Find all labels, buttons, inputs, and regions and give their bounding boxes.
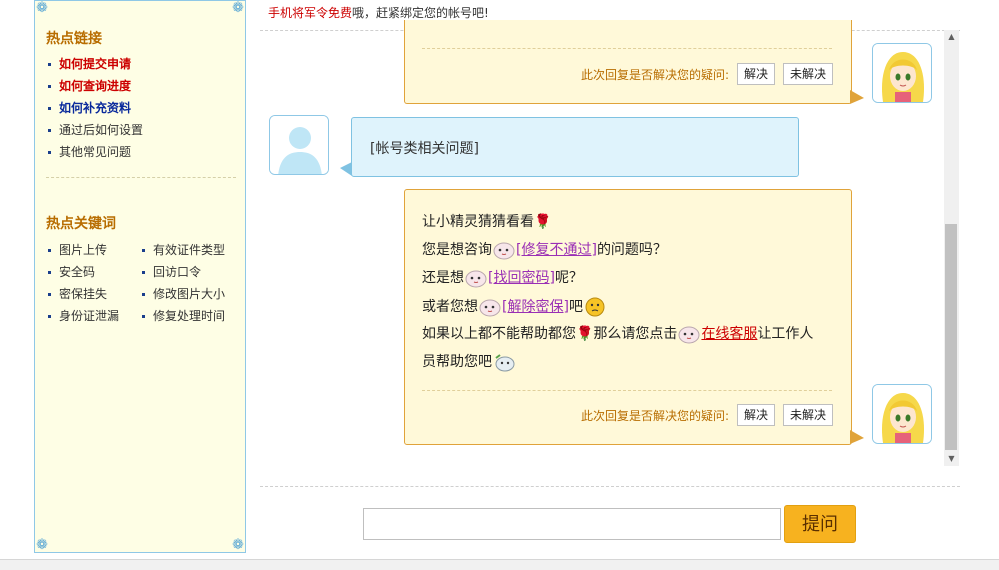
remove-security-link[interactable]: [解除密保] — [502, 299, 569, 315]
bot-reply-text: 还是想 — [422, 270, 464, 286]
pet-icon — [465, 270, 487, 288]
pet-icon — [479, 299, 501, 317]
bot-reply-text: 的问题吗？ — [596, 242, 667, 258]
bot-reply-text: 让工作人 — [757, 326, 814, 342]
waving-creature-icon — [495, 354, 515, 372]
fairy-avatar-icon — [873, 44, 931, 102]
pet-icon — [493, 242, 515, 260]
bot-reply-text: 员帮助您吧 — [422, 354, 492, 370]
bot-reply-text: 让小精灵猜猜看看 — [422, 214, 534, 230]
hot-links-list: 如何提交申请 如何查询进度 如何补充资料 通过后如何设置 其他常见问题 — [48, 53, 143, 163]
browser-status-bar — [0, 559, 999, 570]
keyword-id-types[interactable]: 有效证件类型 — [142, 239, 225, 261]
user-silhouette-icon — [270, 116, 328, 174]
bot-reply-text: 吧 — [568, 299, 583, 315]
feedback-label: 此次回复是否解决您的疑问: — [581, 409, 730, 423]
hot-link-supplement-info[interactable]: 如何补充资料 — [48, 97, 143, 119]
notice-text: 哦，赶紧绑定您的帐号吧! — [352, 6, 489, 20]
user-message-text: [帐号类相关问题] — [370, 141, 479, 157]
bot-reply-line6: 员帮助您吧 — [422, 352, 516, 372]
recover-password-link[interactable]: [找回密码] — [488, 270, 555, 286]
token-bind-notice: 手机将军令免费哦，赶紧绑定您的帐号吧! — [268, 4, 489, 21]
help-sidebar: ❁ ❁ ❁ ❁ 热点链接 如何提交申请 如何查询进度 如何补充资料 通过后如何设… — [34, 0, 246, 553]
resolved-button[interactable]: 解决 — [737, 63, 776, 85]
bot-reply-text: 呢？ — [554, 270, 583, 286]
fairy-avatar-icon — [873, 385, 931, 443]
chat-scrollbar[interactable]: ▲ ▼ — [944, 30, 959, 466]
keyword-callback-password[interactable]: 回访口令 — [142, 261, 201, 283]
thinking-smiley-icon — [585, 297, 605, 317]
scroll-down-arrow-icon[interactable]: ▼ — [944, 452, 959, 466]
bot-reply-text: 或者您想 — [422, 299, 478, 315]
hot-keywords-title: 热点关键词 — [46, 216, 116, 232]
keyword-image-upload[interactable]: 图片上传 — [48, 239, 107, 261]
unresolved-button[interactable]: 未解决 — [783, 404, 834, 426]
scrollbar-thumb[interactable] — [945, 224, 957, 450]
bot-reply-line2: 您是想咨询 [修复不通过]的问题吗？ — [422, 240, 667, 260]
hot-links-title: 热点链接 — [46, 31, 102, 47]
hot-link-other-faq[interactable]: 其他常见问题 — [48, 141, 143, 163]
keyword-repair-time[interactable]: 修复处理时间 — [142, 305, 225, 327]
user-message-bubble: [帐号类相关问题] — [351, 117, 799, 177]
resolved-button[interactable]: 解决 — [737, 404, 776, 426]
scroll-up-arrow-icon[interactable]: ▲ — [944, 30, 959, 44]
rose-icon: 🌹 — [534, 214, 552, 230]
question-input[interactable] — [363, 508, 781, 540]
bot-avatar — [872, 43, 932, 103]
sidebar-divider — [46, 177, 236, 178]
notice-highlight[interactable]: 手机将军令免费 — [268, 6, 352, 20]
keyword-resize-image[interactable]: 修改图片大小 — [142, 283, 225, 305]
corner-ornament-icon: ❁ — [36, 0, 48, 16]
bubble-tail — [850, 430, 864, 444]
online-support-link[interactable]: 在线客服 — [701, 326, 757, 342]
bot-reply-line1: 让小精灵猜猜看看🌹 — [422, 212, 551, 232]
pet-icon — [678, 326, 700, 344]
bot-reply-line5: 如果以上都不能帮助都您🌹那么请您点击 在线客服让工作人 — [422, 324, 813, 344]
keyword-report-loss[interactable]: 密保挂失 — [48, 283, 107, 305]
bubble-divider — [422, 48, 832, 49]
bot-reply-text: 您是想咨询 — [422, 242, 492, 258]
corner-ornament-icon: ❁ — [232, 0, 244, 16]
ask-button[interactable]: 提问 — [784, 505, 856, 543]
repair-failed-link[interactable]: [修复不通过] — [516, 242, 597, 258]
corner-ornament-icon: ❁ — [36, 537, 48, 553]
keyword-id-leak[interactable]: 身份证泄漏 — [48, 305, 119, 327]
bot-reply-text: 如果以上都不能帮助都您 — [422, 326, 576, 342]
hot-link-check-progress[interactable]: 如何查询进度 — [48, 75, 143, 97]
bot-avatar — [872, 384, 932, 444]
user-avatar — [269, 115, 329, 175]
keyword-security-code[interactable]: 安全码 — [48, 261, 95, 283]
hot-link-submit-application[interactable]: 如何提交申请 — [48, 53, 143, 75]
bot-reply-line4: 或者您想 [解除密保]吧 — [422, 297, 607, 317]
bubble-tail — [850, 90, 864, 104]
bot-reply-text: 那么请您点击 — [593, 326, 678, 342]
bot-reply-bubble-previous — [404, 20, 852, 104]
feedback-label: 此次回复是否解决您的疑问: — [581, 68, 730, 82]
bubble-divider — [422, 390, 832, 391]
hot-link-after-approval[interactable]: 通过后如何设置 — [48, 119, 143, 141]
bot-reply-line3: 还是想 [找回密码]呢？ — [422, 268, 583, 288]
corner-ornament-icon: ❁ — [232, 537, 244, 553]
chat-bottom-divider — [260, 486, 960, 487]
rose-icon: 🌹 — [576, 326, 594, 342]
unresolved-button[interactable]: 未解决 — [783, 63, 834, 85]
